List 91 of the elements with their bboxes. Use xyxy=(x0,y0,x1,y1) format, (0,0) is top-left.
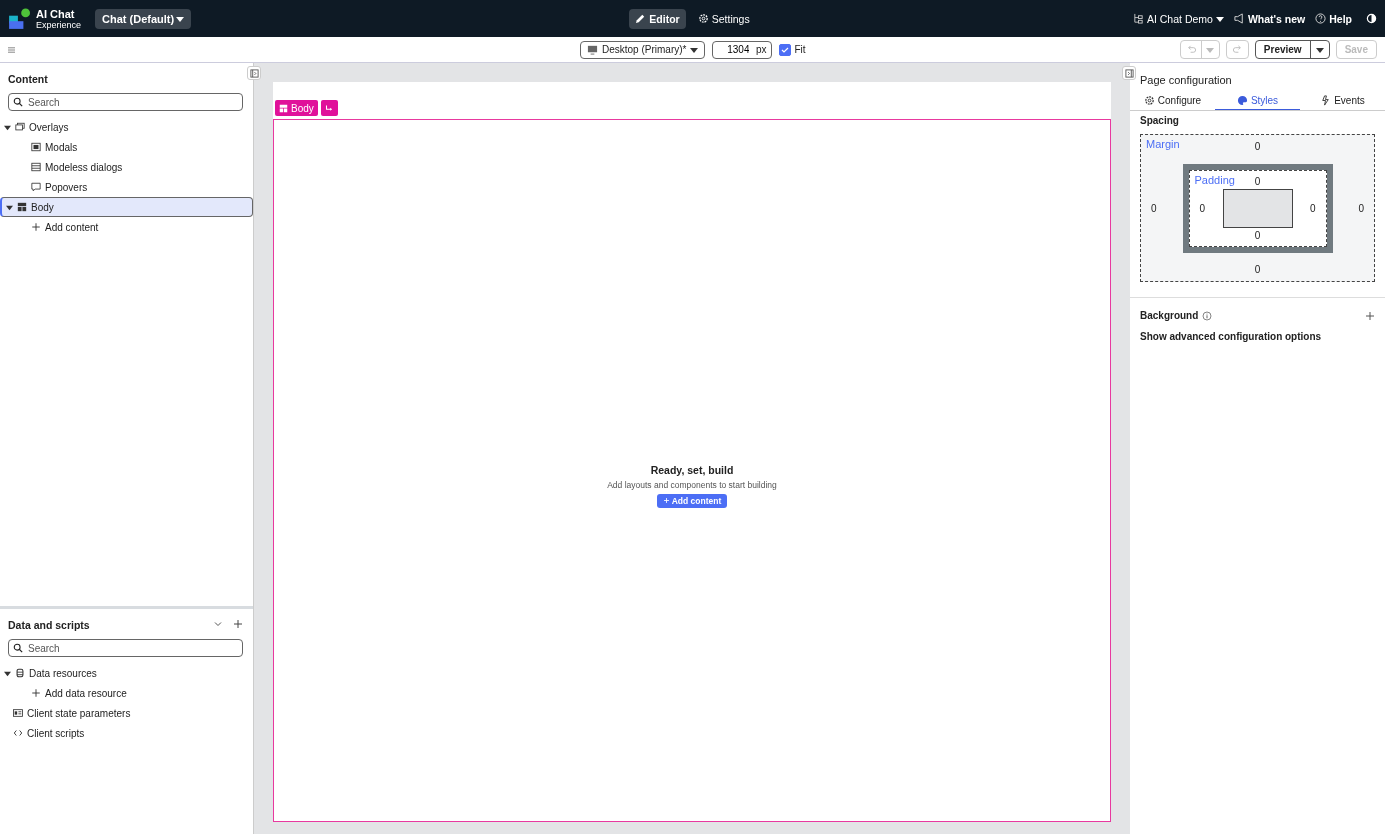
monitor-icon xyxy=(587,44,598,55)
caret-icon[interactable] xyxy=(4,669,11,677)
margin-bottom-value[interactable]: 0 xyxy=(1254,264,1261,275)
database-icon xyxy=(15,668,25,678)
panel-icon xyxy=(1124,68,1134,78)
modal-icon xyxy=(31,142,41,152)
caret-icon[interactable] xyxy=(6,203,13,211)
panel-title: Content xyxy=(7,72,49,87)
contrast-icon[interactable] xyxy=(1366,13,1377,24)
info-icon[interactable] xyxy=(1202,310,1213,321)
experience-dropdown[interactable]: Chat (Default) xyxy=(95,8,192,29)
caret-icon[interactable] xyxy=(4,123,11,131)
caret-icon xyxy=(176,14,185,23)
tree-item[interactable]: Data resources xyxy=(0,663,253,683)
lightning-icon xyxy=(1320,95,1332,106)
overlays-icon xyxy=(15,122,25,132)
tree-item[interactable]: Add content xyxy=(0,217,253,237)
tree-item[interactable]: Overlays xyxy=(0,117,253,137)
search-field[interactable]: Search xyxy=(8,639,243,657)
settings-icon xyxy=(1143,95,1155,106)
tree-item[interactable]: Client scripts xyxy=(0,723,253,743)
plus-icon xyxy=(31,222,41,232)
empty-state-title: Ready, set, build xyxy=(650,463,734,476)
settings-icon xyxy=(697,13,709,24)
tree-item[interactable]: Add data resource xyxy=(0,683,253,703)
caret-icon xyxy=(1315,45,1324,54)
caret-icon xyxy=(690,45,699,54)
layout-icon xyxy=(17,202,27,212)
menu-icon[interactable] xyxy=(8,46,15,53)
padding-top-value[interactable]: 0 xyxy=(1254,175,1261,187)
panel-title: Page configuration xyxy=(1139,73,1233,88)
tree-item[interactable]: Modeless dialogs xyxy=(0,157,253,177)
unit-label: px xyxy=(755,43,767,55)
id-card-icon xyxy=(13,708,23,718)
chevron-icon[interactable] xyxy=(213,619,223,629)
select-parent-button[interactable] xyxy=(320,100,338,116)
tree-item[interactable]: Client state parameters xyxy=(0,703,253,723)
panel-tab[interactable]: Configure xyxy=(1130,92,1215,110)
app-subtitle: Experience xyxy=(36,19,82,30)
padding-right-value[interactable]: 0 xyxy=(1309,202,1316,214)
panel-icon xyxy=(249,68,259,78)
collapse-panel-button[interactable] xyxy=(1122,66,1136,80)
caret-icon xyxy=(1205,45,1214,54)
section-title: Spacing xyxy=(1140,115,1180,126)
tree-item[interactable]: Modals xyxy=(0,137,253,157)
search-field[interactable]: Search xyxy=(8,93,243,111)
content-box xyxy=(1222,188,1293,228)
plus-icon[interactable] xyxy=(1365,310,1375,321)
margin-left-value[interactable]: 0 xyxy=(1151,202,1157,214)
margin-top-value[interactable]: 0 xyxy=(1254,141,1261,152)
layout-icon xyxy=(279,103,288,113)
body-frame[interactable]: Ready, set, build Add layouts and components to start building Add content xyxy=(273,119,1111,822)
padding-label: Padding xyxy=(1194,173,1235,186)
palette-icon xyxy=(1236,95,1248,106)
megaphone-icon xyxy=(1233,13,1245,24)
whats-new-link[interactable]: What's new xyxy=(1233,12,1306,25)
app-menu[interactable]: AI Chat Demo xyxy=(1132,12,1224,25)
padding-bottom-value[interactable]: 0 xyxy=(1254,229,1261,241)
mode-tab[interactable]: Editor xyxy=(629,8,686,29)
hierarchy-icon xyxy=(1132,13,1144,24)
tree-item[interactable]: Popovers xyxy=(0,177,253,197)
app-title: AI Chat xyxy=(36,7,76,20)
help-icon xyxy=(1315,13,1327,24)
panel-tab[interactable]: Styles xyxy=(1215,92,1300,110)
logo-icon xyxy=(8,7,30,30)
speech-bubble-icon xyxy=(31,182,41,192)
padding-left-value[interactable]: 0 xyxy=(1199,202,1206,214)
elbow-arrow-icon xyxy=(324,103,334,113)
panel-tab[interactable]: Events xyxy=(1300,92,1385,110)
margin-right-value[interactable]: 0 xyxy=(1358,202,1364,214)
help-link[interactable]: Help xyxy=(1315,12,1352,25)
empty-state-text: Add layouts and components to start building xyxy=(607,479,777,490)
collapse-panel-button[interactable] xyxy=(247,66,261,80)
advanced-options-link[interactable]: Show advanced configuration options xyxy=(1130,331,1332,342)
margin-label: Margin xyxy=(1146,138,1180,150)
panel-title: Data and scripts xyxy=(7,618,91,633)
body-tag[interactable]: Body xyxy=(275,100,318,116)
plus-icon[interactable] xyxy=(233,619,243,629)
pencil-icon xyxy=(635,13,647,24)
viewport-dropdown[interactable]: Desktop (Primary)* xyxy=(580,40,706,59)
caret-icon xyxy=(1215,14,1224,23)
plus-icon xyxy=(31,688,41,698)
mode-tab[interactable]: Settings xyxy=(691,8,756,29)
fit-checkbox[interactable]: Fit xyxy=(779,43,806,56)
tree-item[interactable]: Body xyxy=(0,197,253,217)
add-content-button[interactable]: Add content xyxy=(656,493,728,508)
dialog-icon xyxy=(31,162,41,172)
code-icon xyxy=(13,728,23,738)
plus-icon xyxy=(662,497,670,504)
section-title: Background xyxy=(1140,310,1199,321)
redo-icon xyxy=(1231,44,1243,55)
